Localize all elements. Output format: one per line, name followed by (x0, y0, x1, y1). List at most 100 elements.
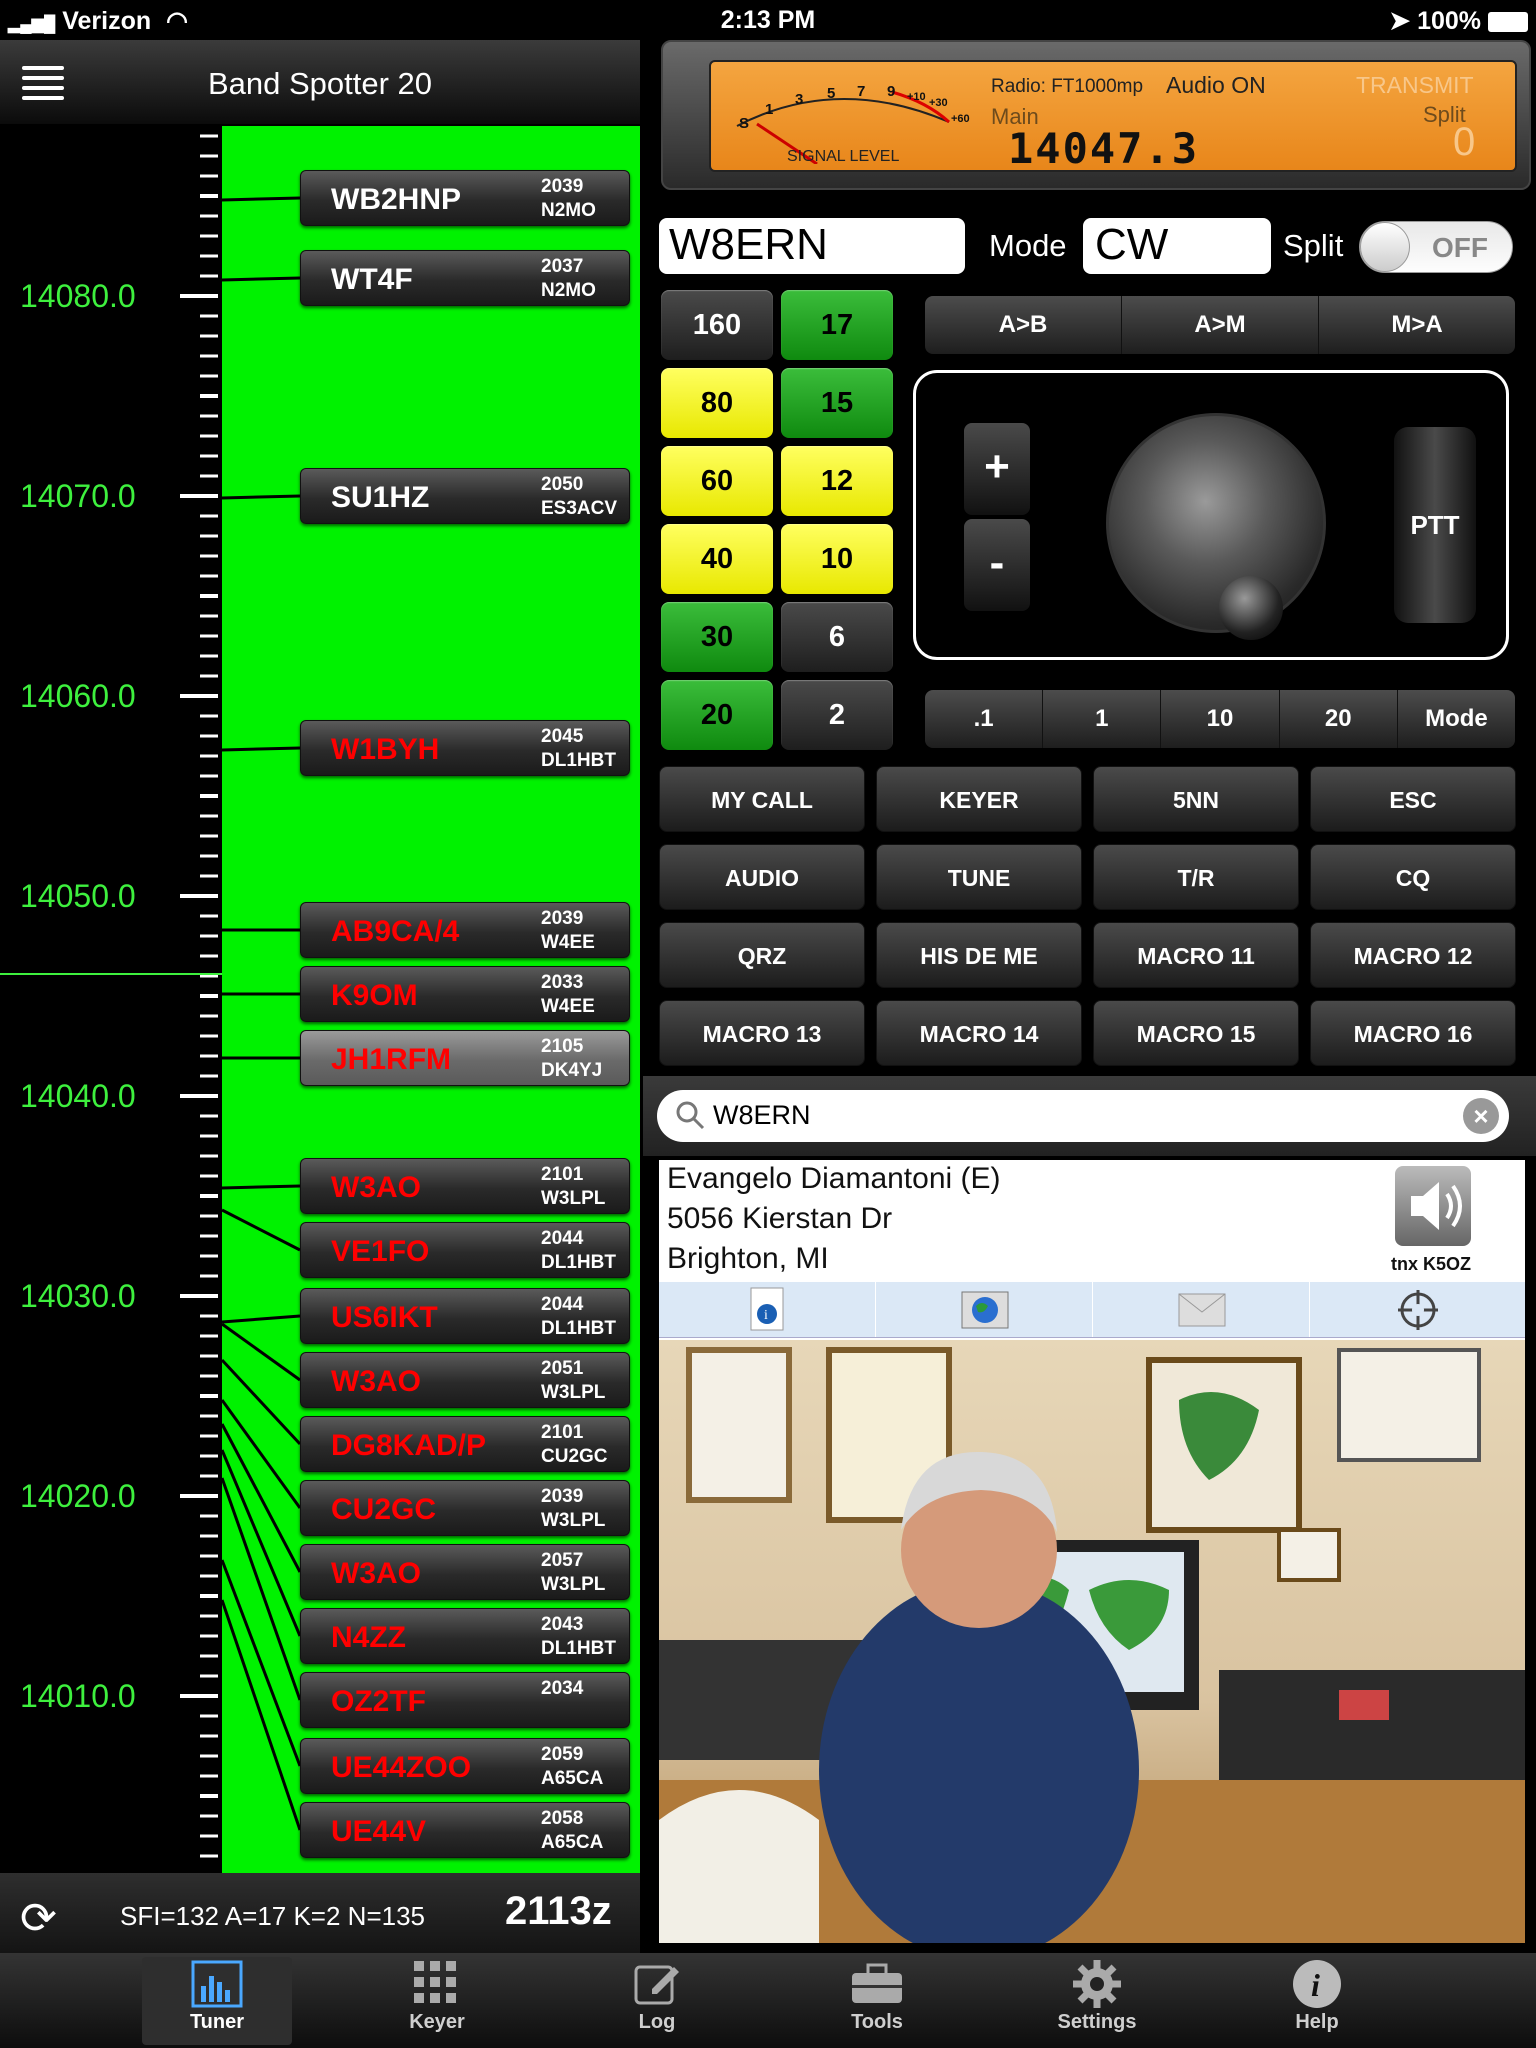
tab-label: Tools (851, 2011, 903, 2033)
spot-callsign: DG8KAD/P (331, 1429, 487, 1462)
spot-card[interactable]: W1BYH 2045 DL1HBT (300, 720, 630, 776)
status-bar: ▂▄▆█ Verizon ◠ 2:13 PM ➤ 100% (0, 0, 1536, 40)
macro-button[interactable]: MACRO 15 (1093, 1000, 1299, 1066)
spot-card[interactable]: W3AO 2101 W3LPL (300, 1158, 630, 1214)
band-button[interactable]: 160 (661, 290, 773, 360)
plus-button[interactable]: + (964, 423, 1030, 515)
ptt-button[interactable]: PTT (1394, 427, 1476, 623)
spot-card[interactable]: DG8KAD/P 2101 CU2GC (300, 1416, 630, 1472)
radio-model: Radio: FT1000mp (991, 76, 1144, 97)
band-button[interactable]: 17 (781, 290, 893, 360)
step-ten[interactable]: 10 (1161, 690, 1280, 748)
frequency-scale[interactable]: 14080.0 14070.0 14060.0 14050.0 14040.0 14030… (0, 126, 222, 1873)
macro-button[interactable]: MACRO 13 (659, 1000, 865, 1066)
band-button[interactable]: 6 (781, 602, 893, 672)
macro-button[interactable]: MACRO 16 (1310, 1000, 1516, 1066)
tab-log[interactable]: Log (582, 1957, 732, 2045)
tab-tuner[interactable]: Tuner (142, 1957, 292, 2045)
info-tab[interactable]: i (659, 1282, 876, 1337)
band-button[interactable]: 20 (661, 680, 773, 750)
spot-spotter: W3LPL (541, 1382, 606, 1403)
callsign-field[interactable]: W8ERN (659, 218, 965, 274)
a-to-b-button[interactable]: A>B (925, 296, 1122, 354)
spot-card[interactable]: AB9CA/4 2039 W4EE (300, 902, 630, 958)
operator-city: Brighton, MI (667, 1242, 829, 1275)
spot-card[interactable]: SU1HZ 2050 ES3ACV (300, 468, 630, 524)
lookup-search-input[interactable]: W8ERN × (657, 1090, 1509, 1142)
spot-card[interactable]: OZ2TF 2034 (300, 1672, 630, 1728)
macro-button[interactable]: MY CALL (659, 766, 865, 832)
spot-card[interactable]: K9OM 2033 W4EE (300, 966, 630, 1022)
macro-button[interactable]: ESC (1310, 766, 1516, 832)
step-point-one[interactable]: .1 (925, 690, 1044, 748)
m-to-a-button[interactable]: M>A (1319, 296, 1515, 354)
tab-keyer[interactable]: Keyer (362, 1957, 512, 2045)
signal-level-label: SIGNAL LEVEL (787, 148, 900, 165)
step-one[interactable]: 1 (1043, 690, 1162, 748)
spot-card[interactable]: UE44V 2058 A65CA (300, 1802, 630, 1858)
macro-button[interactable]: AUDIO (659, 844, 865, 910)
spot-callsign: WT4F (331, 263, 413, 296)
macro-button[interactable]: T/R (1093, 844, 1299, 910)
spot-time: 2101 (541, 1422, 584, 1443)
locate-tab[interactable] (1310, 1282, 1525, 1337)
meter-scale-label: +60 (951, 113, 970, 125)
spot-card[interactable]: N4ZZ 2043 DL1HBT (300, 1608, 630, 1664)
radio-panel: S 1 3 5 7 9 +10 +30 +60 SIGNAL LEVEL Radio: FT10… (643, 40, 1536, 1953)
step-twenty[interactable]: 20 (1280, 690, 1398, 748)
spot-card[interactable]: WB2HNP 2039 N2MO (300, 170, 630, 226)
step-mode[interactable]: Mode (1398, 690, 1515, 748)
spot-time: 2039 (541, 1486, 584, 1507)
spot-time: 2058 (541, 1808, 584, 1829)
spot-card[interactable]: UE44ZOO 2059 A65CA (300, 1738, 630, 1794)
battery-icon (1488, 12, 1528, 33)
spot-card[interactable]: US6IKT 2044 DL1HBT (300, 1288, 630, 1344)
spot-card[interactable]: W3AO 2057 W3LPL (300, 1544, 630, 1600)
tab-settings[interactable]: Settings (1022, 1957, 1172, 2045)
spot-card[interactable]: VE1FO 2044 DL1HBT (300, 1222, 630, 1278)
macro-button[interactable]: HIS DE ME (876, 922, 1082, 988)
toggle-state: OFF (1432, 232, 1488, 263)
band-button[interactable]: 30 (661, 602, 773, 672)
tuning-knob[interactable] (1106, 413, 1326, 640)
macro-button[interactable]: MACRO 11 (1093, 922, 1299, 988)
macro-button[interactable]: QRZ (659, 922, 865, 988)
tab-tools[interactable]: Tools (802, 1957, 952, 2045)
spot-time: 2101 (541, 1164, 584, 1185)
map-tab[interactable] (876, 1282, 1093, 1337)
band-button[interactable]: 80 (661, 368, 773, 438)
band-button[interactable]: 12 (781, 446, 893, 516)
clear-icon[interactable]: × (1463, 1098, 1499, 1134)
meter-scale-label: 3 (795, 91, 803, 108)
spot-spotter: DL1HBT (541, 1252, 616, 1273)
battery-label: 100% (1417, 7, 1482, 35)
macro-button[interactable]: TUNE (876, 844, 1082, 910)
macro-button[interactable]: MACRO 14 (876, 1000, 1082, 1066)
band-button[interactable]: 15 (781, 368, 893, 438)
macro-button[interactable]: KEYER (876, 766, 1082, 832)
tab-label: Settings (1057, 2011, 1137, 2033)
macro-button[interactable]: MACRO 12 (1310, 922, 1516, 988)
band-button[interactable]: 10 (781, 524, 893, 594)
spot-card[interactable]: WT4F 2037 N2MO (300, 250, 630, 306)
email-tab[interactable] (1093, 1282, 1310, 1337)
spot-card[interactable]: CU2GC 2039 W3LPL (300, 1480, 630, 1536)
macro-button[interactable]: 5NN (1093, 766, 1299, 832)
spot-card[interactable]: W3AO 2051 W3LPL (300, 1352, 630, 1408)
split-toggle[interactable]: OFF (1359, 221, 1513, 273)
speaker-icon[interactable] (1395, 1166, 1471, 1246)
minus-button[interactable]: - (964, 519, 1030, 611)
spot-callsign: W3AO (331, 1171, 421, 1204)
band-button[interactable]: 60 (661, 446, 773, 516)
refresh-icon[interactable]: ⟳ (20, 1893, 57, 1944)
band-button[interactable]: 40 (661, 524, 773, 594)
macro-button[interactable]: CQ (1310, 844, 1516, 910)
band-button[interactable]: 2 (781, 680, 893, 750)
tab-help[interactable]: i Help (1242, 1957, 1392, 2045)
target-icon (1398, 1290, 1438, 1330)
tuner-chart-icon (191, 1960, 243, 2008)
a-to-m-button[interactable]: A>M (1122, 296, 1319, 354)
spot-time: 2039 (541, 908, 584, 929)
spot-card[interactable]: JH1RFM 2105 DK4YJ (300, 1030, 630, 1086)
mode-field[interactable]: CW (1083, 218, 1271, 274)
